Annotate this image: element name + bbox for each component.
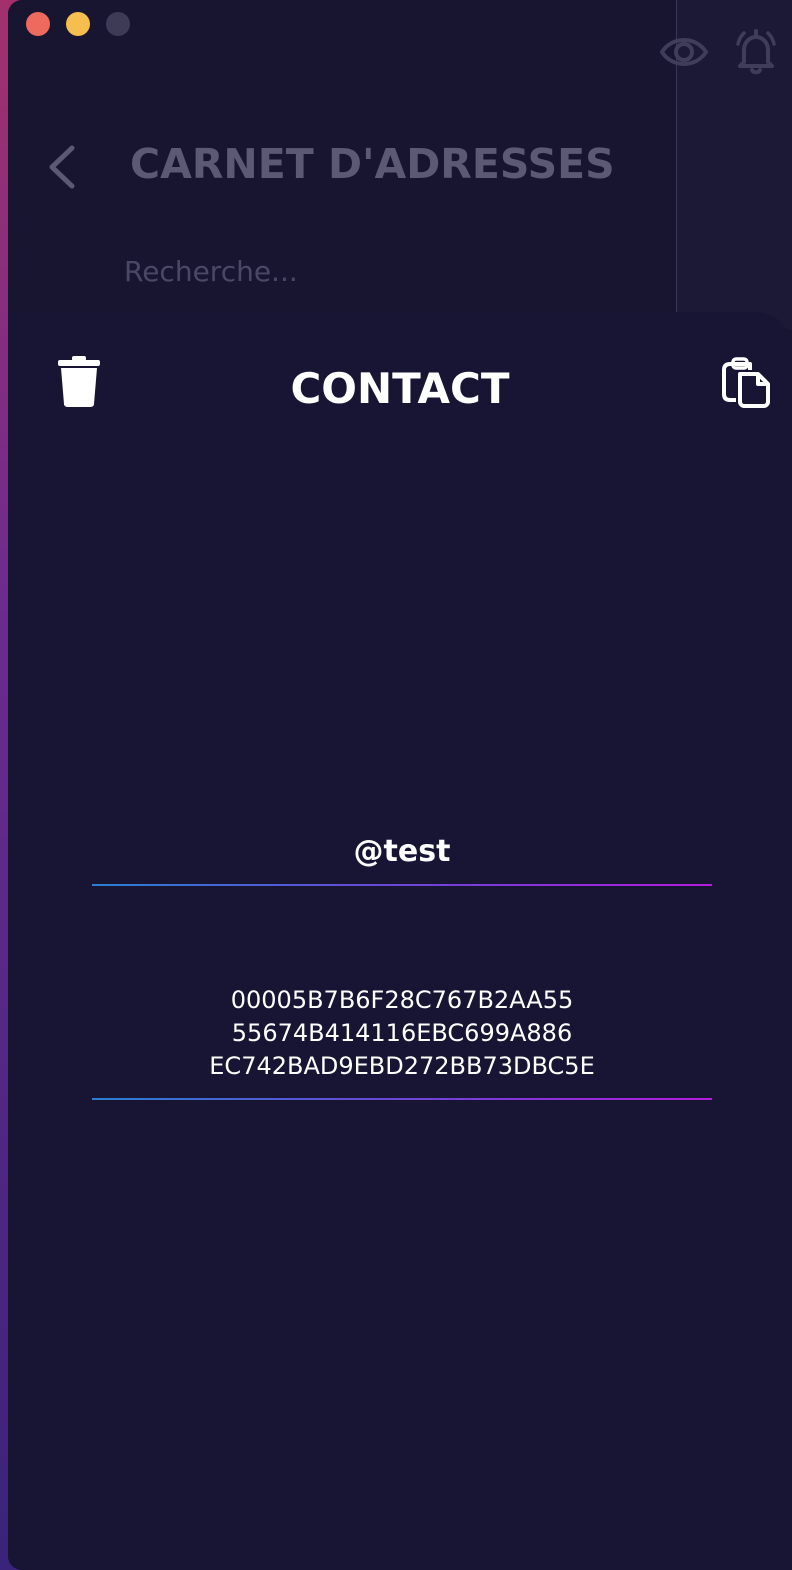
page-title: CARNET D'ADRESSES xyxy=(130,140,615,188)
contact-name-underline xyxy=(92,884,712,886)
window-close-button[interactable] xyxy=(26,12,50,36)
back-arrow-icon[interactable] xyxy=(42,142,82,192)
contact-key-field[interactable]: 00005B7B6F28C767B2AA55 55674B414116EBC69… xyxy=(92,984,712,1083)
modal-title: CONTACT xyxy=(290,364,510,413)
window-zoom-button[interactable] xyxy=(106,12,130,36)
eye-icon[interactable] xyxy=(658,28,710,76)
bell-icon[interactable] xyxy=(732,28,780,76)
search-input[interactable]: Recherche... xyxy=(124,255,298,288)
app-window: CARNET D'ADRESSES Recherche... CONTACT @… xyxy=(8,0,792,1570)
contact-sheet: CONTACT @test 00005B7B6F28C767B2AA55 556… xyxy=(8,312,792,1570)
contact-key-line: 55674B414116EBC699A886 xyxy=(231,1019,573,1047)
contact-name-field[interactable]: @test xyxy=(92,832,712,872)
window-minimize-button[interactable] xyxy=(66,12,90,36)
clipboard-icon[interactable] xyxy=(720,356,772,408)
contact-key-underline xyxy=(92,1098,712,1100)
contact-key-line: 00005B7B6F28C767B2AA55 xyxy=(230,986,574,1014)
contact-key-line: EC742BAD9EBD272BB73DBC5E xyxy=(209,1052,595,1080)
address-book-page: CARNET D'ADRESSES Recherche... xyxy=(8,0,792,330)
